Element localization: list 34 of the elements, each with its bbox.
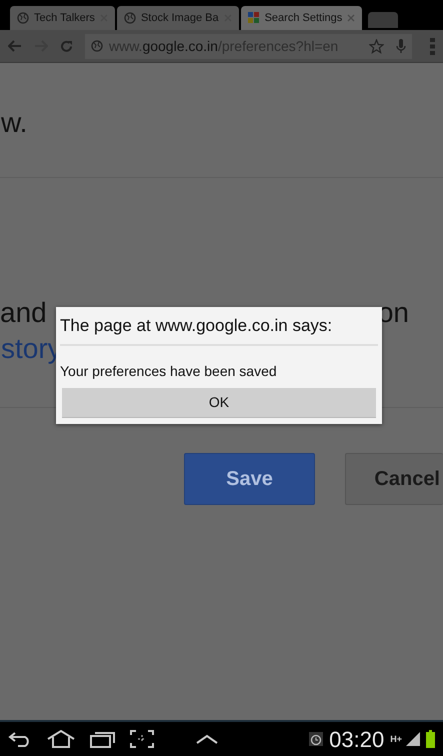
globe-icon (124, 12, 136, 24)
signal-icon (406, 732, 420, 746)
page-text: w. (1, 109, 28, 137)
tab-title: Tech Talkers (34, 10, 95, 26)
close-icon[interactable] (347, 14, 356, 22)
menu-icon[interactable] (430, 38, 435, 54)
browser-tab[interactable]: Stock Image Ba (116, 6, 239, 30)
screenshot-icon[interactable] (130, 730, 154, 748)
tab-title: Search Settings (264, 10, 342, 26)
home-icon[interactable] (46, 730, 76, 748)
reload-icon[interactable] (60, 40, 73, 52)
star-icon[interactable] (369, 38, 384, 54)
ok-button[interactable]: OK (62, 388, 376, 418)
microphone-icon[interactable] (396, 38, 406, 54)
back-arrow-icon[interactable] (8, 40, 22, 52)
grid-icon (248, 12, 260, 24)
browser-tab[interactable]: Search Settings (240, 6, 362, 30)
cancel-button[interactable]: Cancel (345, 453, 443, 505)
globe-icon (91, 40, 103, 52)
network-type: H+ (390, 734, 402, 744)
page-text: and (0, 296, 47, 330)
globe-icon (17, 12, 29, 24)
dialog-title: The page at www.google.co.in says: (60, 307, 378, 346)
tab-title: Stock Image Ba (140, 10, 219, 26)
battery-icon (426, 730, 435, 748)
chevron-up-icon[interactable] (196, 734, 218, 744)
alarm-clock-icon (309, 732, 324, 746)
clock-time: 03:20 (329, 726, 384, 754)
save-button[interactable]: Save (184, 453, 315, 505)
new-tab-button[interactable] (368, 12, 398, 28)
browser-tab[interactable]: Tech Talkers (10, 6, 115, 30)
recent-apps-icon[interactable] (90, 730, 116, 748)
dialog-message: Your preferences have been saved (60, 362, 278, 381)
back-icon[interactable] (8, 731, 32, 747)
